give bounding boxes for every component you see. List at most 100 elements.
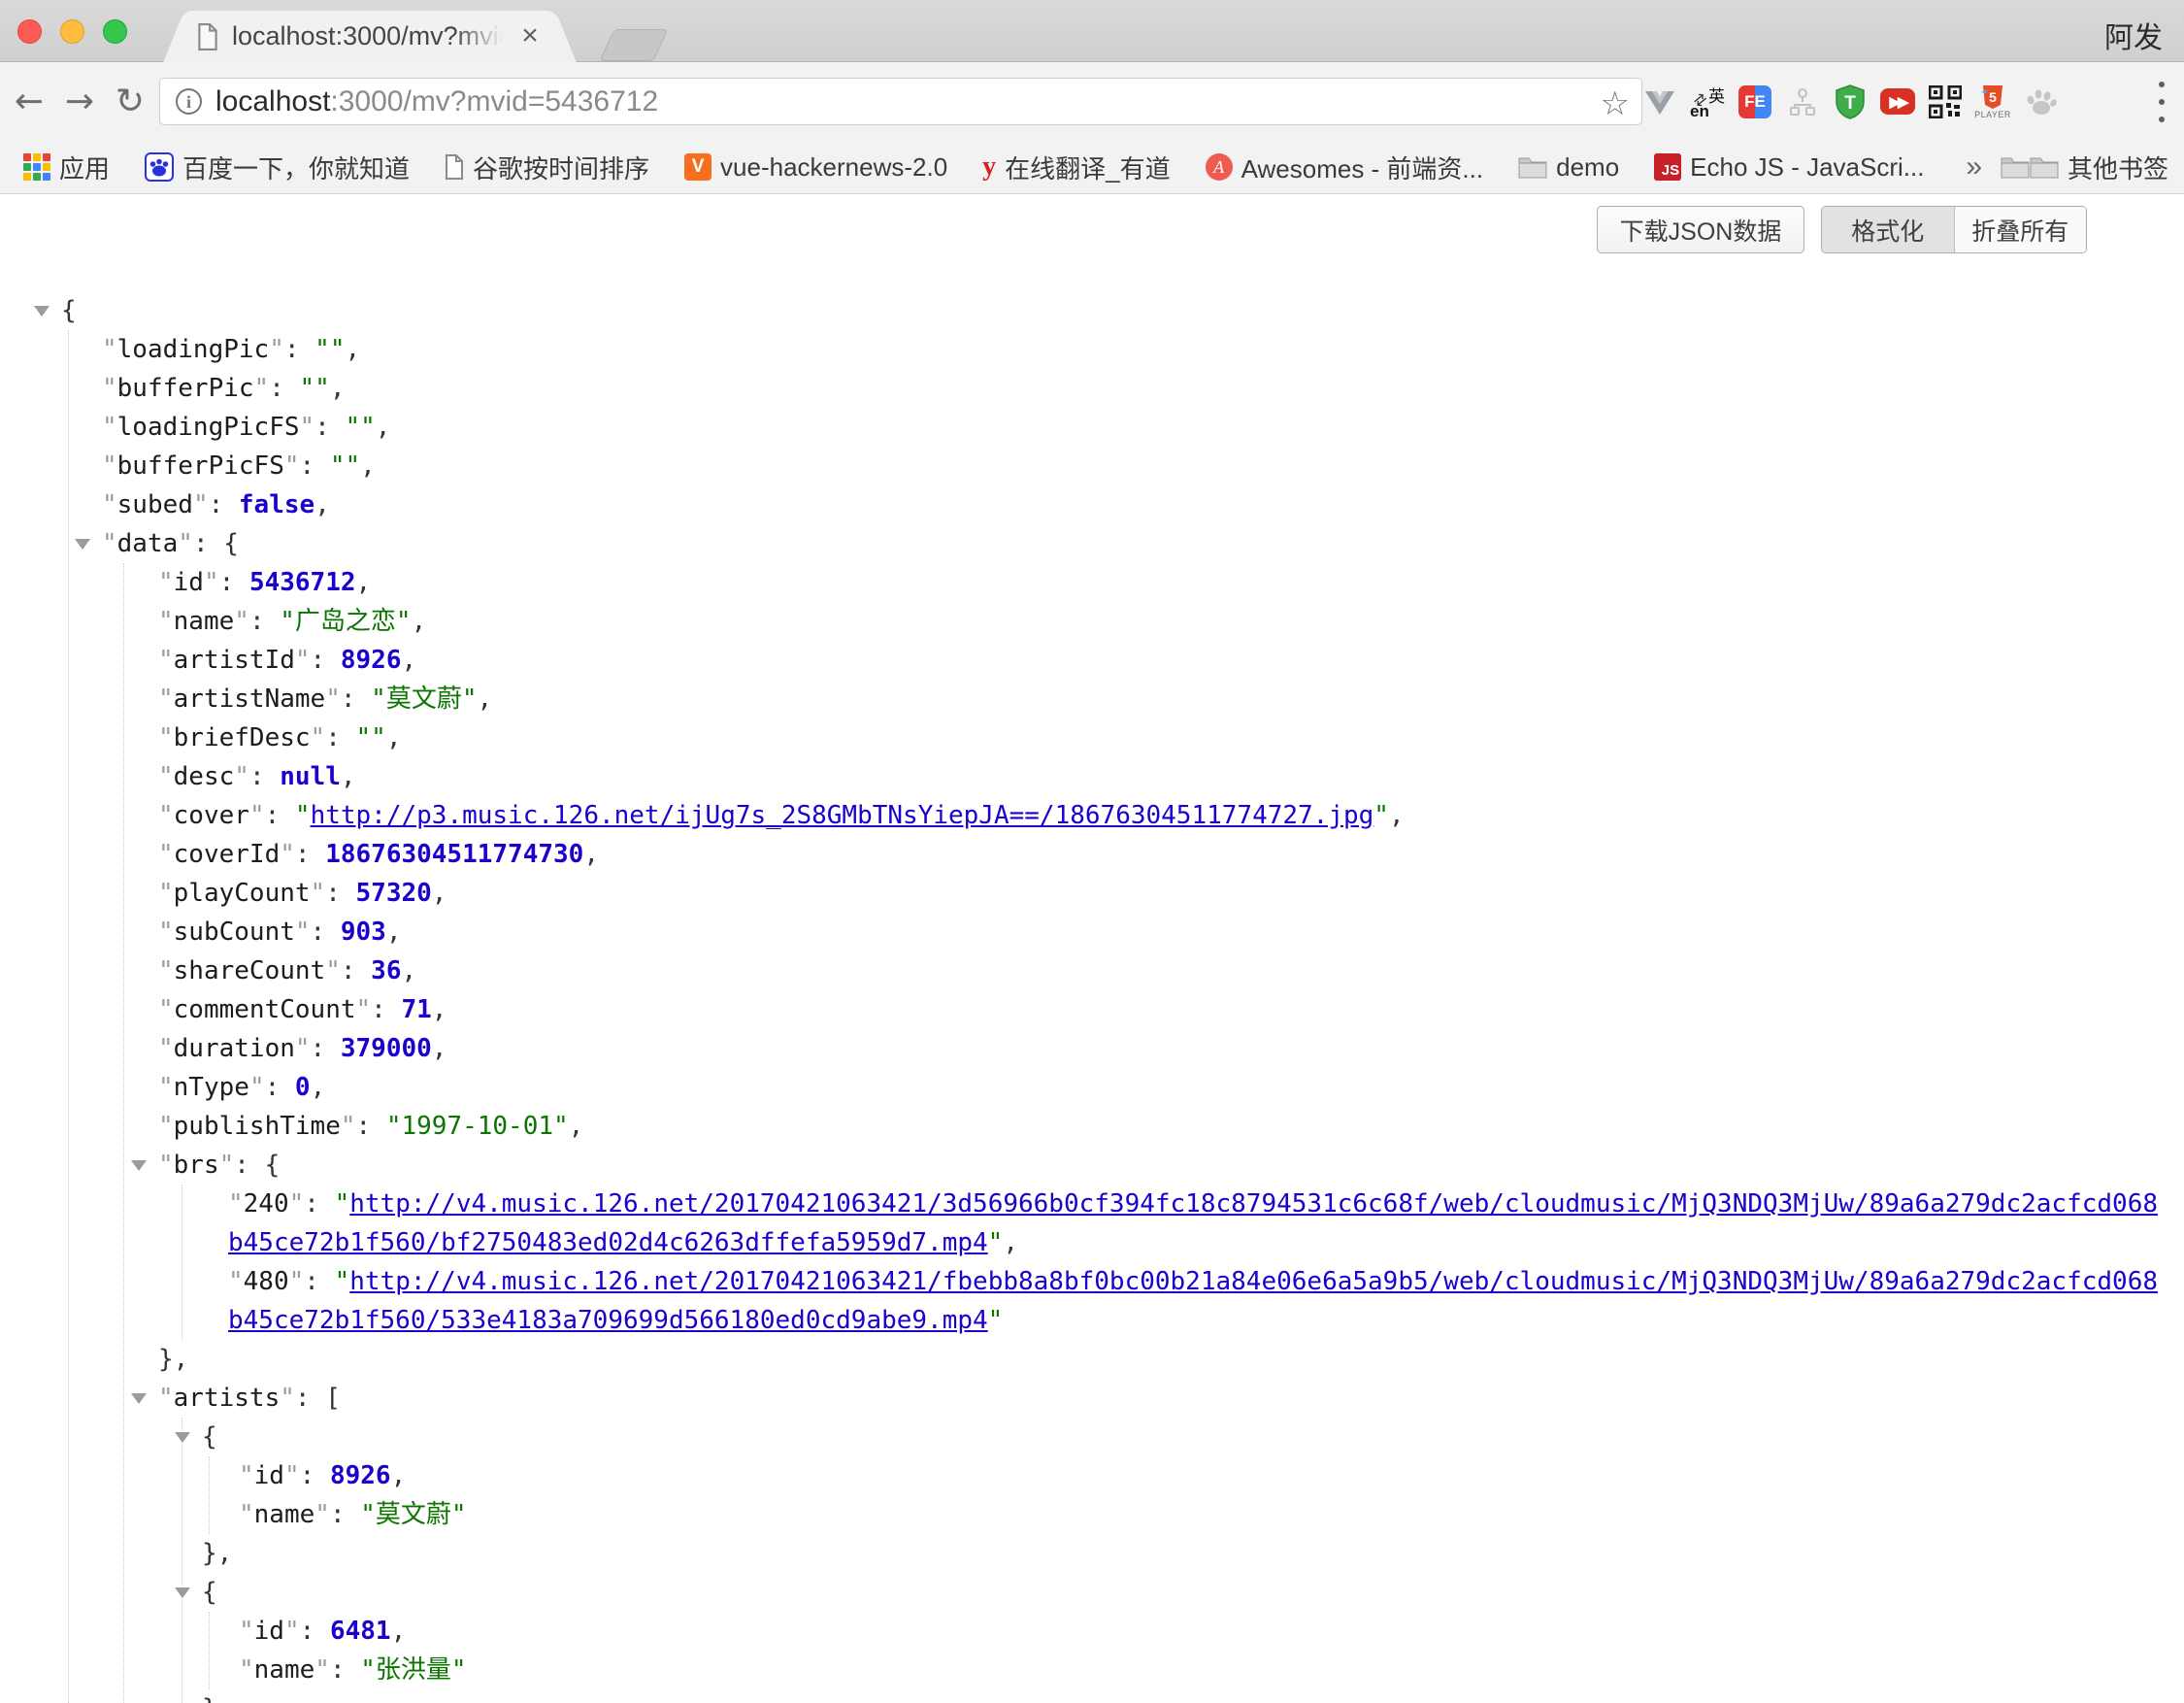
bookmark-star-icon[interactable]: ☆ xyxy=(1601,84,1630,123)
json-value: 8926 xyxy=(341,646,402,675)
json-row-artistName: "artistName": "莫文蔚", xyxy=(158,680,2170,718)
bookmark-item-7[interactable]: demo xyxy=(1518,152,1619,183)
json-row-name: "name": "张洪量" xyxy=(239,1651,2170,1689)
json-value: null xyxy=(280,762,341,791)
bookmark-item-1[interactable]: 应用 xyxy=(23,150,110,185)
bookmark-item-5[interactable]: y在线翻译_有道 xyxy=(982,150,1170,185)
json-row-duration: "duration": 379000, xyxy=(158,1029,2170,1068)
bookmark-label: 应用 xyxy=(59,150,110,185)
json-value: 903 xyxy=(341,918,386,947)
json-value: 6481 xyxy=(330,1617,391,1646)
json-key: shareCount xyxy=(174,956,326,985)
collapse-arrow-icon[interactable] xyxy=(175,1432,190,1443)
collapse-arrow-icon[interactable] xyxy=(131,1393,147,1404)
bookmark-item-4[interactable]: Vvue-hackernews-2.0 xyxy=(684,152,947,183)
bookmark-item-2[interactable]: 百度一下，你就知道 xyxy=(145,150,410,185)
json-close: } xyxy=(202,1689,2170,1703)
tab-close-icon[interactable]: × xyxy=(515,22,545,51)
json-close: }, xyxy=(158,1340,2170,1379)
json-row-bufferPicFS: "bufferPicFS": "", xyxy=(102,447,2170,485)
json-value: "莫文蔚" xyxy=(371,685,477,714)
fast-forward-icon[interactable]: ▶▶ xyxy=(1880,83,1915,121)
new-tab-button[interactable] xyxy=(599,29,668,61)
json-row-data: "data": { xyxy=(102,524,2170,563)
bookmark-label: 谷歌按时间排序 xyxy=(473,150,649,185)
title-bar: localhost:3000/mv?mvid=5436 × 阿发 xyxy=(0,0,2184,62)
browser-tab[interactable]: localhost:3000/mv?mvid=5436 × xyxy=(189,11,550,62)
bookmark-item-6[interactable]: AAwesomes - 前端资... xyxy=(1206,150,1483,185)
json-value: "莫文蔚" xyxy=(360,1500,466,1529)
reload-button[interactable]: ↻ xyxy=(109,81,151,123)
json-key: desc xyxy=(174,762,235,791)
download-json-button[interactable]: 下载JSON数据 xyxy=(1597,206,1804,253)
json-value: "广岛之恋" xyxy=(280,607,411,636)
json-row-artists: "artists": [ xyxy=(158,1379,2170,1418)
json-key: name xyxy=(254,1655,315,1685)
json-key: briefDesc xyxy=(174,723,311,752)
page-icon xyxy=(445,154,464,180)
forward-button[interactable]: → xyxy=(58,81,101,123)
echojs-icon: JS xyxy=(1654,153,1681,181)
site-info-icon[interactable]: i xyxy=(176,88,202,115)
json-row-shareCount: "shareCount": 36, xyxy=(158,952,2170,990)
json-row-name: "name": "广岛之恋", xyxy=(158,602,2170,641)
format-button[interactable]: 格式化 xyxy=(1822,207,1955,252)
fullscreen-window-button[interactable] xyxy=(103,19,127,44)
close-window-button[interactable] xyxy=(17,19,42,44)
json-row-loadingPicFS: "loadingPicFS": "", xyxy=(102,408,2170,447)
fe-helper-icon[interactable]: FE xyxy=(1737,83,1772,121)
paw-icon[interactable] xyxy=(2023,83,2058,121)
json-row-id: "id": 6481, xyxy=(239,1612,2170,1651)
json-key: publishTime xyxy=(174,1112,341,1141)
translate-icon[interactable]: 英⇄en xyxy=(1690,83,1725,121)
json-row: { xyxy=(202,1573,2170,1612)
json-key: subCount xyxy=(174,918,295,947)
minimize-window-button[interactable] xyxy=(60,19,84,44)
shield-icon[interactable]: T xyxy=(1833,83,1868,121)
json-value: false xyxy=(239,490,314,519)
folder-icon xyxy=(1518,155,1547,179)
address-bar[interactable]: i localhost:3000/mv?mvid=5436712 ☆ xyxy=(159,78,1642,125)
back-button[interactable]: ← xyxy=(8,81,50,123)
json-row-briefDesc: "briefDesc": "", xyxy=(158,718,2170,757)
vue-devtools-icon[interactable] xyxy=(1642,83,1677,121)
bookmark-item-3[interactable]: 谷歌按时间排序 xyxy=(445,150,649,185)
profile-name[interactable]: 阿发 xyxy=(2104,14,2163,56)
json-value: "" xyxy=(356,723,386,752)
chrome-menu-icon[interactable] xyxy=(2159,82,2168,122)
other-bookmarks-folder[interactable]: 其他书签 xyxy=(2001,150,2168,185)
json-row-commentCount: "commentCount": 71, xyxy=(158,990,2170,1029)
collapse-all-button[interactable]: 折叠所有 xyxy=(1955,207,2087,252)
qr-code-icon[interactable] xyxy=(1928,83,1963,121)
url-text: localhost:3000/mv?mvid=5436712 xyxy=(215,85,658,118)
json-key: coverId xyxy=(174,840,281,869)
json-link[interactable]: http://p3.music.126.net/ijUg7s_2S8GMbTNs… xyxy=(311,801,1374,830)
svg-text:5: 5 xyxy=(1989,89,1997,105)
bookmarks-overflow-icon[interactable]: » xyxy=(1966,150,1982,184)
json-value: 8926 xyxy=(330,1461,391,1490)
json-key: bufferPicFS xyxy=(117,451,284,481)
sitemap-icon[interactable] xyxy=(1785,83,1820,121)
tab-title: localhost:3000/mv?mvid=5436 xyxy=(232,11,512,62)
json-link[interactable]: http://v4.music.126.net/20170421063421/f… xyxy=(228,1267,2158,1335)
json-value: "" xyxy=(345,413,375,442)
window-controls xyxy=(17,19,127,44)
bookmark-item-8[interactable]: JSEcho JS - JavaScri... xyxy=(1654,152,1924,183)
json-row-480: "480": "http://v4.music.126.net/20170421… xyxy=(228,1262,2170,1340)
json-key: nType xyxy=(174,1073,249,1102)
bookmark-label: vue-hackernews-2.0 xyxy=(720,152,947,183)
collapse-arrow-icon[interactable] xyxy=(34,306,50,317)
json-key: data xyxy=(117,529,179,558)
json-key: duration xyxy=(174,1034,295,1063)
collapse-arrow-icon[interactable] xyxy=(175,1587,190,1598)
json-link[interactable]: http://v4.music.126.net/20170421063421/3… xyxy=(228,1189,2158,1257)
json-row-subCount: "subCount": 903, xyxy=(158,913,2170,952)
collapse-arrow-icon[interactable] xyxy=(75,539,90,550)
page-content: 下载JSON数据 格式化 折叠所有 {"loadingPic": "","buf… xyxy=(0,194,2184,1703)
collapse-arrow-icon[interactable] xyxy=(131,1160,147,1171)
html5-player-icon[interactable]: 5PLAYER xyxy=(1975,83,2010,121)
json-key: id xyxy=(254,1461,284,1490)
json-key: id xyxy=(254,1617,284,1646)
awesomes-icon: A xyxy=(1206,153,1233,181)
json-key: loadingPic xyxy=(117,335,270,364)
